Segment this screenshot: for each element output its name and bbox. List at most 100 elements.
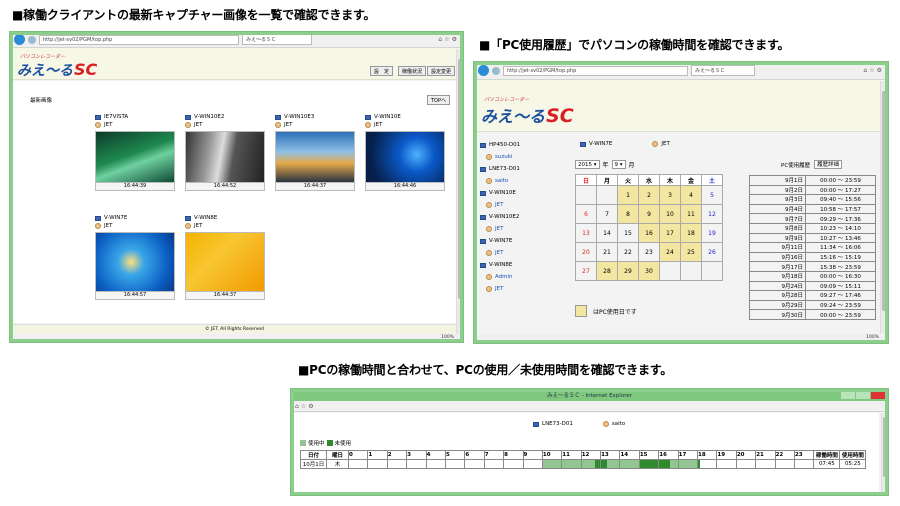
user-item[interactable]: saito bbox=[486, 175, 520, 187]
status-bar-zoom[interactable]: 100% bbox=[13, 334, 462, 342]
calendar-day[interactable]: 20 bbox=[575, 242, 597, 262]
forward-button[interactable] bbox=[28, 35, 36, 44]
machine-item[interactable]: V-WIN10E2 bbox=[480, 211, 520, 223]
hour-cell bbox=[793, 459, 815, 469]
calendar-day[interactable]: 18 bbox=[680, 223, 702, 243]
home-star-gear-icons[interactable]: ⌂☆⚙ bbox=[863, 67, 884, 74]
user-item[interactable]: JET bbox=[486, 283, 520, 295]
home-star-gear-icons[interactable]: ⌂☆⚙ bbox=[438, 36, 459, 43]
calendar-day[interactable]: 22 bbox=[617, 242, 639, 262]
calendar-day[interactable]: 21 bbox=[596, 242, 618, 262]
hour-header: 8 bbox=[503, 450, 524, 460]
calendar-day[interactable]: 1 bbox=[617, 185, 639, 205]
forward-button[interactable] bbox=[492, 66, 500, 75]
user-item[interactable]: suzuki bbox=[486, 151, 520, 163]
scrollbar[interactable] bbox=[880, 81, 886, 333]
status-button[interactable]: 稼働状況 bbox=[398, 66, 427, 76]
hour-header: 15 bbox=[638, 450, 660, 460]
col-usage: 使用時間 bbox=[839, 450, 867, 460]
capture-thumbnail[interactable] bbox=[185, 232, 265, 292]
capture-tile[interactable]: V-WIN8E JET 16:44:37 bbox=[185, 214, 265, 300]
calendar-day[interactable]: 26 bbox=[701, 242, 723, 262]
usage-pc: LNE73-D01 bbox=[542, 421, 573, 427]
calendar-day[interactable]: 7 bbox=[596, 204, 618, 224]
capture-tile[interactable]: V-WIN10E JET 16:44:46 bbox=[365, 113, 445, 191]
machine-item[interactable]: V-WIN10E bbox=[480, 187, 520, 199]
calendar-day[interactable]: 12 bbox=[701, 204, 723, 224]
capture-tile[interactable]: V-WIN10E2 JET 16:44:52 bbox=[185, 113, 265, 191]
machine-item[interactable]: HP450-D01 bbox=[480, 139, 520, 151]
calendar-day[interactable]: 23 bbox=[638, 242, 660, 262]
address-bar[interactable]: http://jet-sv02/PGM/top.php bbox=[39, 34, 239, 45]
calendar-day[interactable]: 15 bbox=[617, 223, 639, 243]
calendar-day[interactable]: 10 bbox=[659, 204, 681, 224]
capture-thumbnail[interactable] bbox=[275, 131, 355, 183]
capture-thumbnail[interactable] bbox=[365, 131, 445, 183]
hour-cell bbox=[444, 459, 466, 469]
machine-item[interactable]: V-WIN8E bbox=[480, 259, 520, 271]
calendar-day[interactable]: 17 bbox=[659, 223, 681, 243]
pc-icon bbox=[95, 114, 101, 120]
scrollbar[interactable] bbox=[456, 49, 462, 334]
weekday-header: 日 bbox=[575, 174, 597, 186]
history-date: 9月18日 bbox=[749, 270, 806, 282]
history-detail-button[interactable]: 履歴詳細 bbox=[814, 160, 843, 169]
calendar-day[interactable]: 3 bbox=[659, 185, 681, 205]
calendar-day[interactable]: 9 bbox=[638, 204, 660, 224]
capture-thumbnail[interactable] bbox=[185, 131, 265, 183]
calendar-day[interactable]: 11 bbox=[680, 204, 702, 224]
machine-item[interactable]: LNE73-D01 bbox=[480, 163, 520, 175]
history-row: 9月3日 09:40 ～ 15:56 bbox=[749, 194, 876, 205]
user-item[interactable]: Admin bbox=[486, 271, 520, 283]
capture-thumbnail[interactable] bbox=[95, 232, 175, 292]
page-header: パソコンレコーダー みえ～るSC bbox=[474, 80, 888, 132]
calendar-day[interactable]: 14 bbox=[596, 223, 618, 243]
calendar-day[interactable]: 13 bbox=[575, 223, 597, 243]
browser-tab[interactable]: みえ～るＳＣ bbox=[691, 65, 755, 76]
calendar-day[interactable]: 27 bbox=[575, 261, 597, 281]
back-button[interactable] bbox=[14, 34, 25, 45]
calendar-day[interactable]: 4 bbox=[680, 185, 702, 205]
scrollbar[interactable] bbox=[881, 413, 887, 493]
config-button[interactable]: 設定変更 bbox=[427, 66, 456, 76]
capture-tile[interactable]: V-WIN7E JET 16:44:57 bbox=[95, 214, 175, 300]
calendar-day[interactable]: 28 bbox=[596, 261, 618, 281]
status-bar-zoom[interactable]: 100% bbox=[477, 334, 887, 342]
calendar-day[interactable]: 8 bbox=[617, 204, 639, 224]
capture-tile[interactable]: V-WIN10E3 JET 16:44:37 bbox=[275, 113, 355, 191]
calendar-day[interactable]: 30 bbox=[638, 261, 660, 281]
calendar-day[interactable]: 25 bbox=[680, 242, 702, 262]
calendar-day[interactable]: 29 bbox=[617, 261, 639, 281]
calendar-week: 20 21 22 23 24 25 26 bbox=[575, 242, 723, 262]
calendar-day[interactable]: 24 bbox=[659, 242, 681, 262]
window-controls[interactable] bbox=[841, 390, 885, 399]
user-icon bbox=[486, 274, 492, 280]
hour-header: 10 bbox=[541, 450, 563, 460]
calendar-day bbox=[701, 261, 723, 281]
home-star-gear-icons[interactable]: ⌂☆⚙ bbox=[295, 403, 316, 410]
user-item[interactable]: JET bbox=[486, 247, 520, 259]
calendar-day bbox=[575, 185, 597, 205]
capture-tile[interactable]: IE7VISTA JET 16:44:39 bbox=[95, 113, 175, 191]
history-row: 9月2日 00:00 ～ 17:27 bbox=[749, 184, 876, 196]
user-item[interactable]: JET bbox=[486, 199, 520, 211]
settings-button[interactable]: 設 定 bbox=[370, 66, 394, 76]
user-item[interactable]: JET bbox=[486, 223, 520, 235]
capture-thumbnail[interactable] bbox=[95, 131, 175, 183]
back-button[interactable] bbox=[478, 65, 489, 76]
browser-tab[interactable]: みえ～るＳＣ bbox=[242, 34, 312, 45]
weekday-row: 日 月 火 水 木 金 土 bbox=[575, 174, 723, 186]
month-select[interactable]: 9 ▾ bbox=[611, 160, 626, 169]
address-bar[interactable]: http://jet-sv02/PGM/top.php bbox=[503, 65, 688, 76]
calendar-day[interactable]: 2 bbox=[638, 185, 660, 205]
hour-header: 5 bbox=[444, 450, 466, 460]
calendar-day[interactable]: 16 bbox=[638, 223, 660, 243]
calendar-day[interactable]: 19 bbox=[701, 223, 723, 243]
calendar-week: 27 28 29 30 bbox=[575, 261, 723, 281]
calendar-day[interactable]: 6 bbox=[575, 204, 597, 224]
history-row: 9月9日 10:27 ～ 13:46 bbox=[749, 232, 876, 244]
machine-item[interactable]: V-WIN7E bbox=[480, 235, 520, 247]
calendar-day[interactable]: 5 bbox=[701, 185, 723, 205]
year-select[interactable]: 2015 ▾ bbox=[575, 160, 600, 169]
top-button[interactable]: TOPへ bbox=[427, 95, 451, 105]
